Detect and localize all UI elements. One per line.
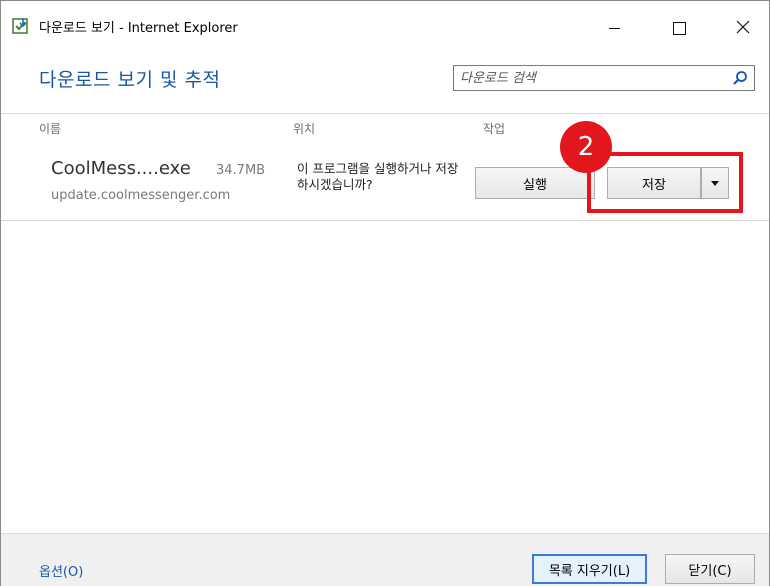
download-manager-window: 다운로드 보기 - Internet Explorer 다운로드 보기 및 추적… <box>0 0 770 586</box>
maximize-icon <box>672 21 686 35</box>
clear-list-button[interactable]: 목록 지우기(L) <box>532 554 647 584</box>
column-header-location: 위치 <box>293 122 316 136</box>
options-link[interactable]: 옵션(O) <box>39 561 83 580</box>
search-input[interactable] <box>454 66 736 90</box>
highlight-box <box>587 152 743 213</box>
column-header-action: 작업 <box>483 122 506 136</box>
close-window-button[interactable] <box>720 1 766 55</box>
row-divider <box>1 220 769 221</box>
file-source-url: update.coolmessenger.com <box>51 188 231 203</box>
ie-download-icon <box>11 16 31 36</box>
footer-bar <box>1 533 769 586</box>
run-button[interactable]: 실행 <box>475 167 595 199</box>
page-title: 다운로드 보기 및 추적 <box>39 69 221 91</box>
search-icon[interactable] <box>732 70 748 86</box>
minimize-icon <box>608 27 620 29</box>
maximize-button[interactable] <box>656 1 702 55</box>
header-divider <box>1 113 769 114</box>
close-icon <box>736 18 750 39</box>
file-size: 34.7MB <box>216 163 266 178</box>
minimize-button[interactable] <box>591 1 637 55</box>
file-name: CoolMess....exe <box>51 158 191 179</box>
download-prompt: 이 프로그램을 실행하거나 저장하시겠습니까? <box>297 161 459 192</box>
close-button[interactable]: 닫기(C) <box>665 554 755 584</box>
window-title: 다운로드 보기 - Internet Explorer <box>39 21 238 36</box>
search-box[interactable] <box>453 65 755 91</box>
column-header-name: 이름 <box>39 122 62 136</box>
title-bar: 다운로드 보기 - Internet Explorer <box>1 1 769 55</box>
step-number-badge: 2 <box>560 121 612 173</box>
